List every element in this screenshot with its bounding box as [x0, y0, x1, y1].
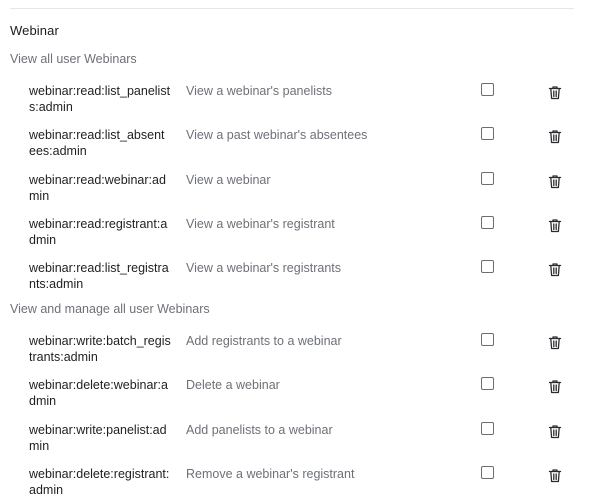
scope-checkbox[interactable]: [481, 83, 494, 96]
scope-name: webinar:write:batch_registrants:admin: [29, 334, 171, 364]
scope-description: Add registrants to a webinar: [186, 334, 342, 348]
scope-checkbox[interactable]: [481, 333, 494, 346]
trash-icon[interactable]: [548, 174, 562, 189]
scope-description: Add panelists to a webinar: [186, 423, 333, 437]
top-divider: [10, 8, 574, 9]
scope-description: View a webinar: [186, 173, 271, 187]
trash-icon[interactable]: [548, 262, 562, 277]
trash-icon[interactable]: [548, 335, 562, 350]
scope-row: webinar:write:batch_registrants:admin Ad…: [0, 333, 594, 373]
scope-name: webinar:write:panelist:admin: [29, 423, 167, 453]
trash-icon[interactable]: [548, 424, 562, 439]
scope-row: webinar:read:registrant:admin View a web…: [0, 216, 594, 256]
section-title: Webinar: [10, 23, 59, 38]
trash-icon[interactable]: [548, 379, 562, 394]
scope-name: webinar:delete:registrant:admin: [29, 467, 170, 497]
scope-description: Delete a webinar: [186, 378, 280, 392]
group-label-view-all: View all user Webinars: [10, 52, 137, 66]
scope-checkbox[interactable]: [481, 127, 494, 140]
scope-name: webinar:read:list_registrants:admin: [29, 261, 169, 291]
scope-row: webinar:read:list_panelists:admin View a…: [0, 83, 594, 123]
scope-name: webinar:read:list_absentees:admin: [29, 128, 165, 158]
trash-icon[interactable]: [548, 468, 562, 483]
scope-row: webinar:delete:webinar:admin Delete a we…: [0, 377, 594, 417]
scope-name: webinar:delete:webinar:admin: [29, 378, 168, 408]
scope-row: webinar:delete:registrant:admin Remove a…: [0, 466, 594, 500]
scope-description: View a webinar's panelists: [186, 84, 332, 98]
scope-name: webinar:read:list_panelists:admin: [29, 84, 171, 114]
scope-checkbox[interactable]: [481, 172, 494, 185]
scope-row: webinar:read:list_registrants:admin View…: [0, 260, 594, 300]
group-label-view-and-manage: View and manage all user Webinars: [10, 302, 210, 316]
scope-row: webinar:read:list_absentees:admin View a…: [0, 127, 594, 167]
scope-name: webinar:read:webinar:admin: [29, 173, 166, 203]
trash-icon[interactable]: [548, 218, 562, 233]
scope-checkbox[interactable]: [481, 377, 494, 390]
scope-description: Remove a webinar's registrant: [186, 467, 355, 481]
scope-checkbox[interactable]: [481, 216, 494, 229]
trash-icon[interactable]: [548, 129, 562, 144]
scope-name: webinar:read:registrant:admin: [29, 217, 168, 247]
scope-description: View a webinar's registrants: [186, 261, 342, 275]
scope-row: webinar:read:webinar:admin View a webina…: [0, 172, 594, 212]
scope-description: View a webinar's registrant: [186, 217, 335, 231]
scope-checkbox[interactable]: [481, 466, 494, 479]
scope-checkbox[interactable]: [481, 422, 494, 435]
scope-row: webinar:write:panelist:admin Add panelis…: [0, 422, 594, 462]
webinar-scopes-panel: Webinar View all user Webinars webinar:r…: [0, 0, 594, 500]
scope-description: View a past webinar's absentees: [186, 128, 368, 142]
scope-checkbox[interactable]: [481, 260, 494, 273]
trash-icon[interactable]: [548, 85, 562, 100]
